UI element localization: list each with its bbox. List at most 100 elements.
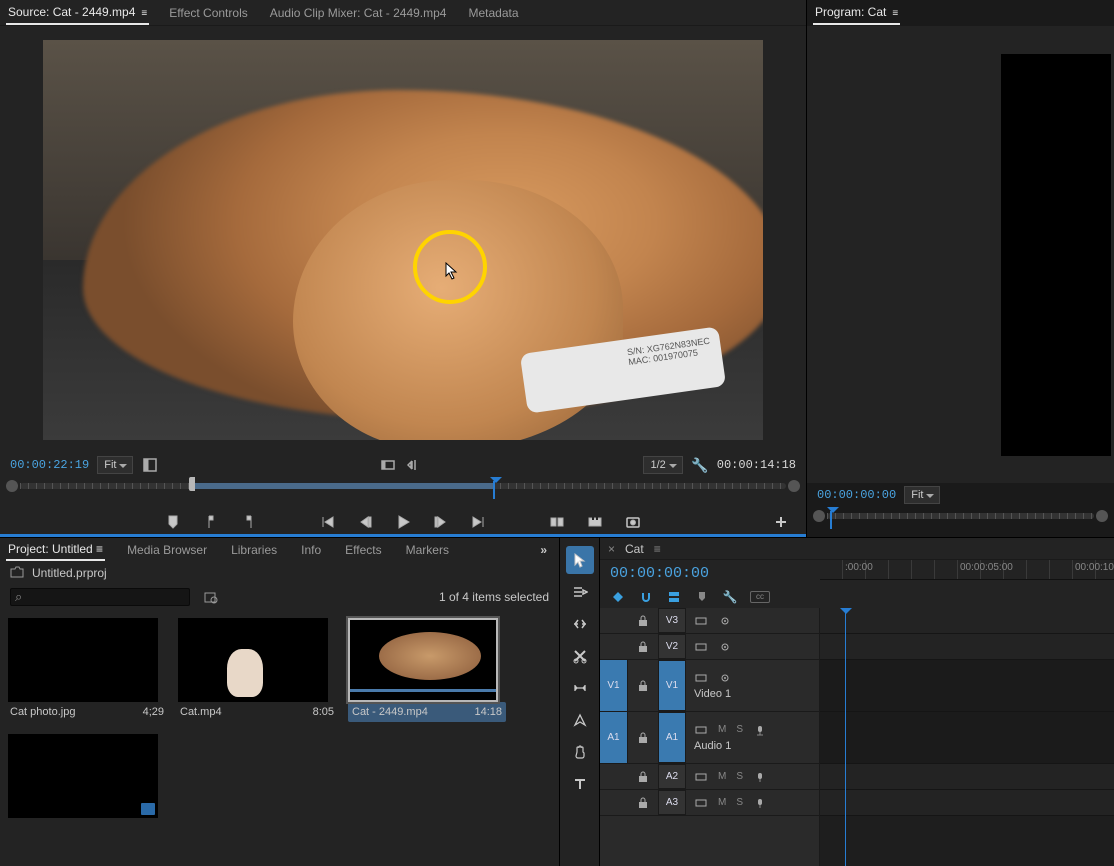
hand-tool-icon[interactable] (566, 738, 594, 766)
pen-tool-icon[interactable] (566, 706, 594, 734)
track-target-v1[interactable]: V1 (658, 660, 686, 711)
linked-selection-icon[interactable] (666, 589, 682, 605)
source-current-time[interactable]: 00:00:22:19 (10, 458, 89, 472)
overwrite-icon[interactable] (584, 511, 606, 533)
lock-icon[interactable] (628, 615, 658, 627)
search-input[interactable] (10, 588, 190, 606)
program-playhead[interactable] (827, 507, 839, 523)
tab-program[interactable]: Program: Cat≡ (813, 1, 900, 25)
lock-icon[interactable] (628, 771, 658, 783)
toggle-sync-lock-icon[interactable] (694, 641, 708, 653)
program-zoom-dropdown[interactable]: Fit (904, 486, 940, 504)
go-to-in-icon[interactable] (316, 511, 338, 533)
play-icon[interactable] (392, 511, 414, 533)
in-point-handle[interactable] (189, 477, 195, 491)
lock-icon[interactable] (628, 641, 658, 653)
source-patch-v1[interactable]: V1 (600, 660, 628, 711)
tab-project[interactable]: Project: Untitled ≡ (6, 539, 105, 561)
mute-button[interactable]: M (718, 797, 726, 808)
source-zoom-dropdown[interactable]: Fit (97, 456, 133, 474)
go-to-out-icon[interactable] (468, 511, 490, 533)
track-label[interactable]: V3 (658, 608, 686, 633)
ripple-edit-tool-icon[interactable] (566, 610, 594, 638)
overflow-icon[interactable]: » (540, 543, 547, 557)
track-label[interactable]: V2 (658, 634, 686, 659)
mark-out-icon[interactable] (238, 511, 260, 533)
project-item-sequence[interactable] (8, 734, 166, 818)
tab-sequence[interactable]: Cat (625, 542, 644, 556)
voiceover-icon[interactable] (753, 797, 767, 809)
toggle-track-output-icon[interactable] (718, 641, 732, 653)
slip-tool-icon[interactable] (566, 674, 594, 702)
tab-source[interactable]: Source: Cat - 2449.mp4≡ (6, 1, 149, 25)
timeline-current-time[interactable]: 00:00:00:00 (610, 565, 709, 582)
export-frame-icon[interactable] (622, 511, 644, 533)
tab-effects[interactable]: Effects (343, 540, 383, 560)
tab-metadata[interactable]: Metadata (466, 2, 520, 24)
toggle-track-output-icon[interactable] (718, 615, 732, 627)
captions-icon[interactable]: cc (750, 591, 770, 603)
toggle-sync-lock-icon[interactable] (694, 771, 708, 783)
toggle-sync-lock-icon[interactable] (694, 672, 708, 684)
wrench-icon[interactable]: 🔧 (691, 456, 709, 474)
toggle-sync-lock-icon[interactable] (694, 615, 708, 627)
track-label[interactable]: A2 (658, 764, 686, 789)
new-bin-search-icon[interactable] (202, 588, 220, 606)
timeline-playhead[interactable] (845, 608, 846, 866)
timeline-tracks-area[interactable] (820, 608, 1114, 866)
program-current-time[interactable]: 00:00:00:00 (817, 488, 896, 502)
voiceover-icon[interactable] (753, 724, 767, 736)
tab-audio-mixer[interactable]: Audio Clip Mixer: Cat - 2449.mp4 (268, 2, 449, 24)
project-item[interactable]: Cat.mp48:05 (178, 618, 336, 722)
add-marker-icon[interactable] (162, 511, 184, 533)
source-playhead[interactable] (490, 477, 502, 493)
type-tool-icon[interactable] (566, 770, 594, 798)
tab-info[interactable]: Info (299, 540, 323, 560)
lock-icon[interactable] (628, 732, 658, 744)
menu-icon[interactable]: ≡ (141, 8, 147, 19)
program-time-ruler[interactable] (807, 507, 1114, 537)
add-marker-icon[interactable] (694, 589, 710, 605)
menu-icon[interactable]: ≡ (654, 542, 661, 556)
menu-icon[interactable]: ≡ (96, 542, 103, 556)
toggle-sync-lock-icon[interactable] (694, 724, 708, 736)
source-quality-dropdown[interactable]: 1/2 (643, 456, 682, 474)
toggle-sync-lock-icon[interactable] (694, 797, 708, 809)
source-monitor[interactable] (43, 40, 763, 440)
project-item-selected[interactable]: Cat - 2449.mp414:18 (348, 618, 506, 722)
program-monitor[interactable] (1001, 54, 1111, 456)
insert-icon[interactable] (546, 511, 568, 533)
button-editor-icon[interactable] (770, 511, 792, 533)
tab-libraries[interactable]: Libraries (229, 540, 279, 560)
track-select-tool-icon[interactable] (566, 578, 594, 606)
close-icon[interactable]: × (608, 542, 615, 556)
solo-button[interactable]: S (736, 724, 743, 735)
voiceover-icon[interactable] (753, 771, 767, 783)
lock-icon[interactable] (628, 797, 658, 809)
tab-markers[interactable]: Markers (404, 540, 451, 560)
mute-button[interactable]: M (718, 724, 726, 735)
bin-icon[interactable] (10, 566, 24, 581)
project-item[interactable]: Cat photo.jpg4;29 (8, 618, 166, 722)
lock-icon[interactable] (628, 680, 658, 692)
tab-media-browser[interactable]: Media Browser (125, 540, 209, 560)
solo-button[interactable]: S (736, 771, 743, 782)
timeline-wrench-icon[interactable]: 🔧 (722, 589, 738, 605)
selection-tool-icon[interactable] (566, 546, 594, 574)
drag-audio-only-icon[interactable] (405, 456, 423, 474)
toggle-track-output-icon[interactable] (718, 672, 732, 684)
settings-viewer-icon[interactable] (141, 456, 159, 474)
track-label[interactable]: A3 (658, 790, 686, 815)
snap-icon[interactable] (638, 589, 654, 605)
mute-button[interactable]: M (718, 771, 726, 782)
menu-icon[interactable]: ≡ (892, 8, 898, 19)
mark-in-icon[interactable] (200, 511, 222, 533)
source-time-ruler[interactable] (0, 477, 806, 507)
nest-icon[interactable] (610, 589, 626, 605)
solo-button[interactable]: S (736, 797, 743, 808)
tab-effect-controls[interactable]: Effect Controls (167, 2, 249, 24)
track-target-a1[interactable]: A1 (658, 712, 686, 763)
step-forward-icon[interactable] (430, 511, 452, 533)
timeline-ruler[interactable]: :00:00 00:00:05:00 00:00:10:00 (820, 560, 1114, 580)
drag-video-only-icon[interactable] (379, 456, 397, 474)
